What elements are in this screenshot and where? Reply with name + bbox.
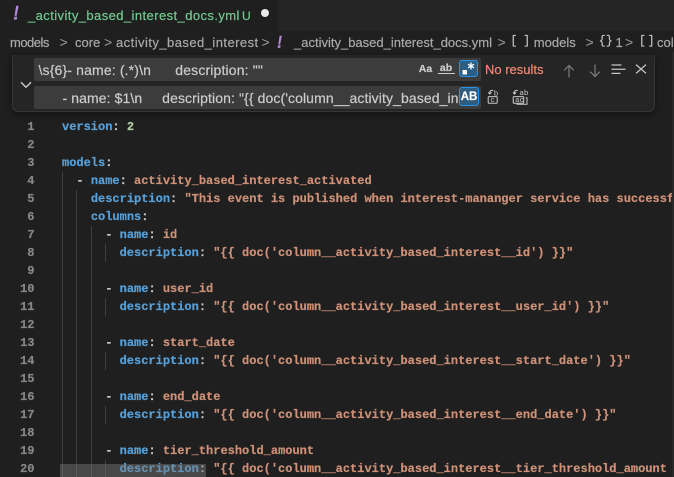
svg-text:ac: ac	[515, 97, 524, 105]
svg-text:c: c	[490, 97, 495, 105]
